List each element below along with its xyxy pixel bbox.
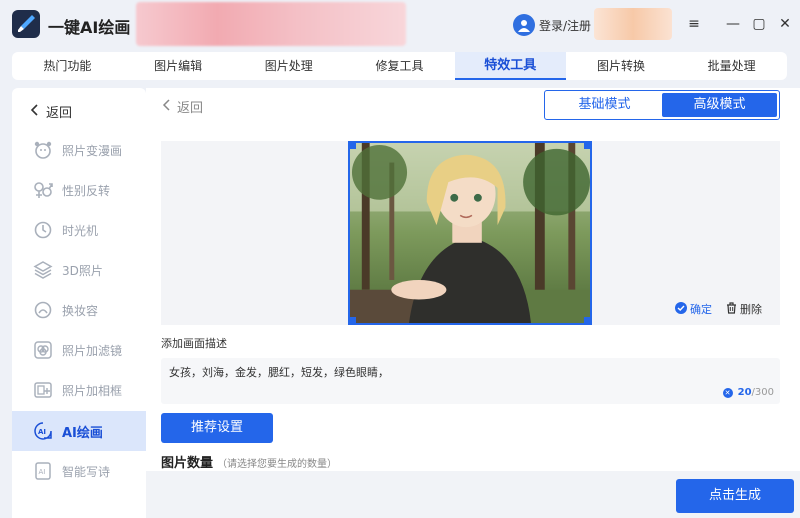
tab-image-edit[interactable]: 图片编辑 (123, 52, 234, 80)
uploaded-image[interactable] (348, 141, 592, 325)
close-icon[interactable]: ✕ (774, 14, 796, 34)
mode-advanced[interactable]: 高级模式 (662, 93, 777, 117)
sidebar-item-label: 照片加相框 (62, 383, 123, 398)
char-counter: ✕ 20/300 (722, 387, 774, 398)
brush-icon (12, 10, 40, 38)
makeup-icon (32, 299, 54, 321)
promo-banner[interactable] (136, 2, 406, 46)
tab-image-convert[interactable]: 图片转换 (566, 52, 677, 80)
image-count-hint: （请选择您要生成的数量） (217, 459, 338, 470)
layers-icon (32, 259, 54, 281)
sidebar-item-label: 换妆容 (62, 303, 99, 318)
maximize-icon[interactable]: ▢ (748, 14, 770, 34)
main-tabs: 热门功能 图片编辑 图片处理 修复工具 特效工具 图片转换 批量处理 (12, 52, 787, 80)
image-count-label: 图片数量 (161, 456, 214, 471)
ai-paint-icon: AI (32, 420, 54, 442)
sidebar-item-label: 智能写诗 (62, 464, 111, 479)
clear-icon[interactable]: ✕ (722, 387, 733, 398)
cartoon-face-icon (32, 139, 54, 161)
sidebar-item-3d-photo[interactable]: 3D照片 (12, 250, 146, 290)
main-panel: 返回 基础模式 高级模式 确定 删除 添加画面描述 女孩，刘海，金发，腮红，短发… (146, 88, 800, 518)
description-label: 添加画面描述 (161, 337, 227, 350)
description-text: 女孩，刘海，金发，腮红，短发，绿色眼睛， (169, 366, 389, 379)
crop-handle[interactable] (584, 317, 590, 323)
vip-badge[interactable] (594, 8, 672, 40)
tab-batch[interactable]: 批量处理 (676, 52, 787, 80)
menu-icon[interactable]: ≡ (683, 14, 705, 34)
sidebar-item-label: 3D照片 (62, 263, 103, 278)
tab-effect-tools[interactable]: 特效工具 (454, 52, 566, 80)
chevron-left-icon (30, 103, 40, 120)
image-count-section: 图片数量 （请选择您要生成的数量） (161, 452, 337, 471)
app-title: 一键AI绘画 (48, 18, 131, 37)
filter-icon (32, 339, 54, 361)
description-input[interactable]: 女孩，刘海，金发，腮红，短发，绿色眼睛， ✕ 20/300 (161, 358, 780, 404)
svg-text:AI: AI (39, 468, 46, 476)
sidebar-item-photo-filter[interactable]: 照片加滤镜 (12, 330, 146, 370)
frame-icon (32, 379, 54, 401)
mode-switch: 基础模式 高级模式 (544, 90, 780, 120)
main-back-button[interactable]: 返回 (162, 97, 203, 116)
trash-icon (726, 301, 737, 317)
sidebar-item-photo-frame[interactable]: 照片加相框 (12, 370, 146, 410)
recommend-settings-button[interactable]: 推荐设置 (161, 413, 273, 443)
chevron-left-icon (162, 98, 171, 115)
sidebar-item-ai-painting[interactable]: AI AI绘画 (12, 411, 146, 451)
crop-handle[interactable] (350, 317, 356, 323)
sidebar-item-label: AI绘画 (62, 425, 103, 441)
crop-handle[interactable] (584, 143, 590, 149)
sidebar-item-label: 照片加滤镜 (62, 343, 123, 358)
tab-image-process[interactable]: 图片处理 (233, 52, 344, 80)
generate-button[interactable]: 点击生成 (676, 479, 794, 513)
crop-handle[interactable] (350, 143, 356, 149)
title-bar: 一键AI绘画 登录/注册 ≡ — ▢ ✕ (0, 0, 800, 50)
login-button[interactable]: 登录/注册 (513, 14, 591, 36)
user-avatar-icon (513, 14, 535, 36)
sidebar-item-label: 性别反转 (62, 183, 111, 198)
image-preview-area: 确定 删除 (161, 141, 780, 325)
preview-actions: 确定 删除 (675, 301, 762, 317)
gender-icon (32, 179, 54, 201)
back-label: 返回 (46, 106, 73, 121)
sidebar-item-gender-swap[interactable]: 性别反转 (12, 170, 146, 210)
char-count-max: /300 (751, 387, 774, 398)
char-count-current: 20 (737, 387, 752, 398)
sidebar-item-label: 时光机 (62, 223, 99, 238)
sidebar-back-button[interactable]: 返回 (30, 102, 72, 121)
delete-button[interactable]: 删除 (726, 301, 762, 317)
sidebar-item-label: 照片变漫画 (62, 143, 123, 158)
clock-icon (32, 219, 54, 241)
confirm-label: 确定 (690, 303, 712, 316)
sidebar-item-photo-to-cartoon[interactable]: 照片变漫画 (12, 130, 146, 170)
tab-repair-tools[interactable]: 修复工具 (344, 52, 455, 80)
sidebar-item-ai-poem[interactable]: AI 智能写诗 (12, 451, 146, 491)
sidebar-item-time-machine[interactable]: 时光机 (12, 210, 146, 250)
minimize-icon[interactable]: — (722, 14, 744, 34)
sidebar: 返回 照片变漫画 性别反转 时光机 3D照片 换妆容 照片加滤镜 照片加相框 A… (12, 88, 146, 518)
confirm-button[interactable]: 确定 (675, 301, 712, 317)
tab-hot[interactable]: 热门功能 (12, 52, 123, 80)
main-back-label: 返回 (177, 101, 204, 116)
sidebar-item-makeup[interactable]: 换妆容 (12, 290, 146, 330)
svg-text:AI: AI (38, 428, 46, 436)
delete-label: 删除 (740, 303, 762, 316)
login-label: 登录/注册 (539, 18, 592, 33)
mode-basic[interactable]: 基础模式 (547, 93, 662, 117)
check-circle-icon (675, 301, 687, 317)
bottom-action-bar: 点击生成 (146, 471, 800, 518)
ai-poem-icon: AI (32, 460, 54, 482)
